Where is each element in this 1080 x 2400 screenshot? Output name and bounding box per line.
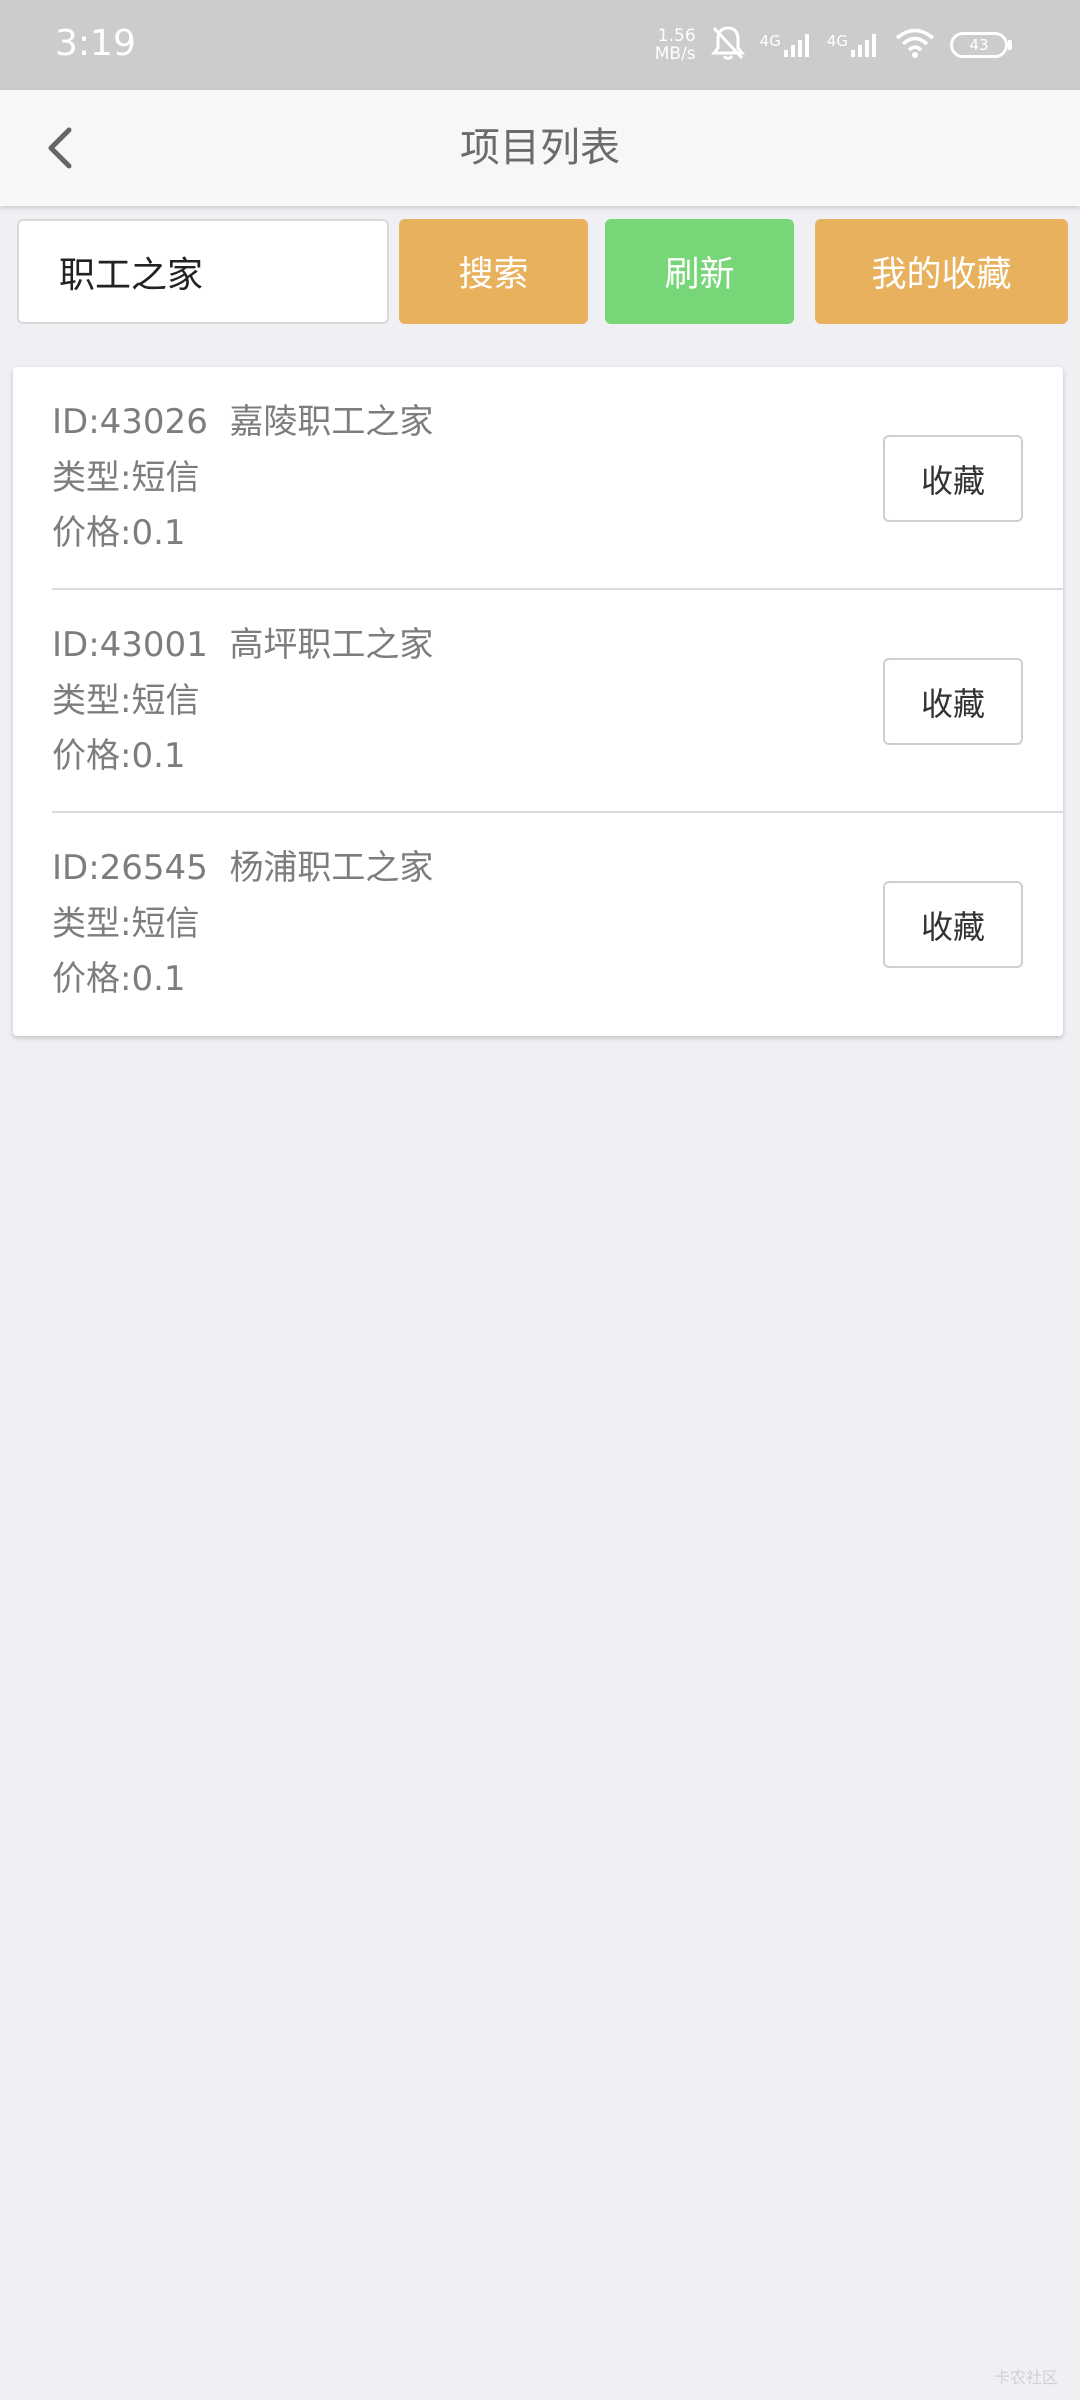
item-price: 价格:0.1 <box>52 736 186 776</box>
item-id-name: ID:43026 嘉陵职工之家 <box>52 402 434 442</box>
wifi-icon <box>894 27 936 63</box>
item-id-name: ID:26545 杨浦职工之家 <box>52 848 434 888</box>
item-price: 价格:0.1 <box>52 959 186 999</box>
page-title: 项目列表 <box>460 125 620 171</box>
sim2-signal: 4G <box>827 32 880 58</box>
mute-icon <box>710 24 746 66</box>
sim1-signal: 4G <box>760 32 813 58</box>
status-bar: 3:19 1.56 MB/s 4G 4G 43 <box>0 0 1080 90</box>
app-header: 项目列表 <box>0 90 1080 206</box>
favorite-button[interactable]: 收藏 <box>883 435 1023 522</box>
net-speed-value: 1.56 <box>657 26 696 46</box>
net-speed-unit: MB/s <box>654 44 696 64</box>
battery-level: 43 <box>950 32 1008 58</box>
item-type: 类型:短信 <box>52 458 200 498</box>
item-type: 类型:短信 <box>52 681 200 721</box>
favorite-button[interactable]: 收藏 <box>883 881 1023 968</box>
watermark: 卡农社区 <box>993 2368 1058 2387</box>
list-item: ID:43001 高坪职工之家 类型:短信 价格:0.1 收藏 <box>13 590 1063 813</box>
favorite-button[interactable]: 收藏 <box>883 658 1023 745</box>
item-price: 价格:0.1 <box>52 513 186 553</box>
sim1-label: 4G <box>759 32 781 50</box>
item-id-name: ID:43001 高坪职工之家 <box>52 625 434 665</box>
battery-icon: 43 <box>950 32 1012 58</box>
list-item: ID:26545 杨浦职工之家 类型:短信 价格:0.1 收藏 <box>13 813 1063 1036</box>
signal-icon <box>783 34 809 57</box>
net-speed: 1.56 MB/s <box>655 27 696 63</box>
signal-icon <box>851 34 876 57</box>
refresh-button[interactable]: 刷新 <box>605 219 794 324</box>
chevron-left-icon <box>48 127 72 169</box>
search-button[interactable]: 搜索 <box>399 219 588 324</box>
status-time: 3:19 <box>55 23 136 64</box>
item-type: 类型:短信 <box>52 904 200 944</box>
back-button[interactable] <box>30 118 90 178</box>
status-icons: 1.56 MB/s 4G 4G 43 <box>655 22 1012 68</box>
project-list: ID:43026 嘉陵职工之家 类型:短信 价格:0.1 收藏 ID:43001… <box>13 367 1063 1036</box>
my-favorites-button[interactable]: 我的收藏 <box>815 219 1068 324</box>
search-input[interactable] <box>17 219 389 324</box>
list-item: ID:43026 嘉陵职工之家 类型:短信 价格:0.1 收藏 <box>13 367 1063 590</box>
sim2-label: 4G <box>826 32 848 50</box>
